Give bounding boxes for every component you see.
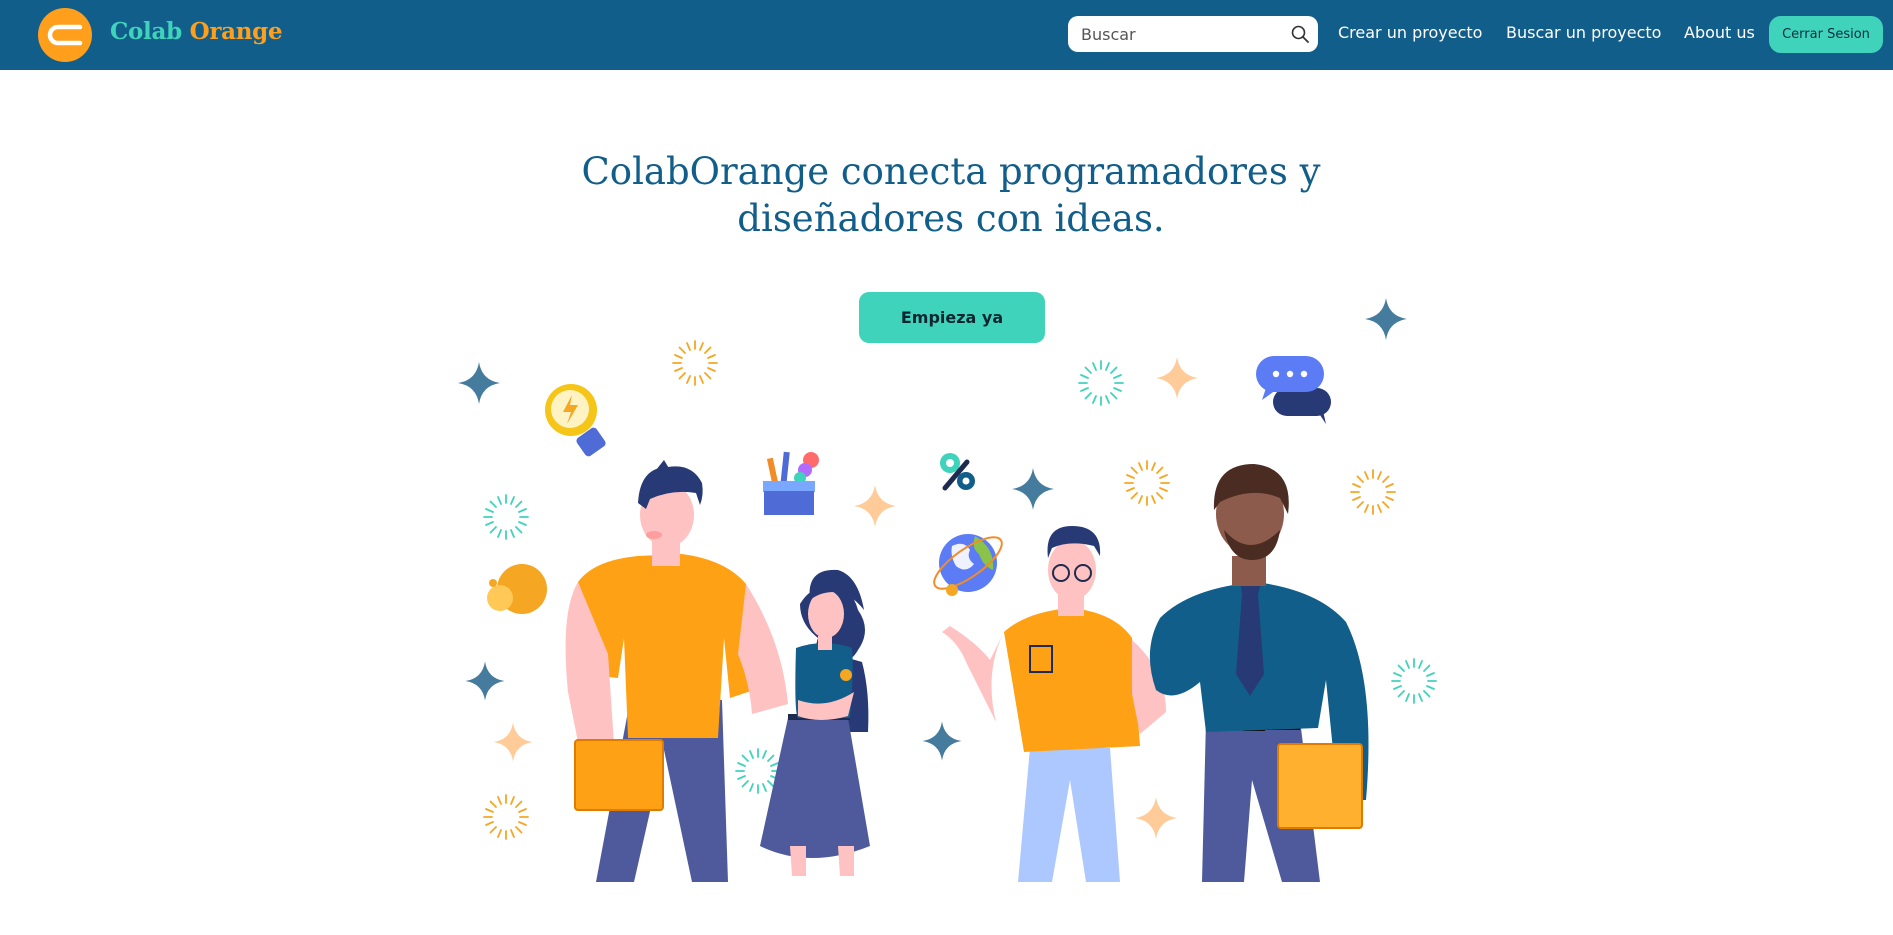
brand-name-part1: Colab [110,18,182,45]
nav-link-crear-proyecto[interactable]: Crear un proyecto [1338,23,1482,42]
person-woman-curly-hair [760,569,870,876]
search-input[interactable] [1068,16,1291,52]
person-man-blue-shirt-tie [1149,464,1369,882]
team-illustration [458,298,1437,882]
nav-link-about-us[interactable]: About us [1684,23,1755,42]
search-box [1068,16,1318,52]
hero-title: ColabOrange conecta programadores y dise… [581,150,1321,240]
speech-bubble-decoration [487,564,547,614]
chat-bubbles-icon [1256,356,1331,424]
person-man-orange-shirt [565,460,788,882]
brand-name-part2: Orange [189,18,283,45]
brand-name[interactable]: Colab Orange [110,18,283,45]
settings-tools-icon [940,453,975,491]
search-icon[interactable] [1290,24,1310,44]
globe-icon [933,534,1003,596]
lightbulb-icon [545,384,606,457]
nav-link-buscar-proyecto[interactable]: Buscar un proyecto [1506,23,1661,42]
art-supplies-icon [763,451,819,515]
top-navbar: Colab Orange Crear un proyecto Buscar un… [0,0,1893,70]
logout-button[interactable]: Cerrar Sesion [1769,16,1883,53]
colab-orange-logo-icon[interactable] [37,7,93,63]
